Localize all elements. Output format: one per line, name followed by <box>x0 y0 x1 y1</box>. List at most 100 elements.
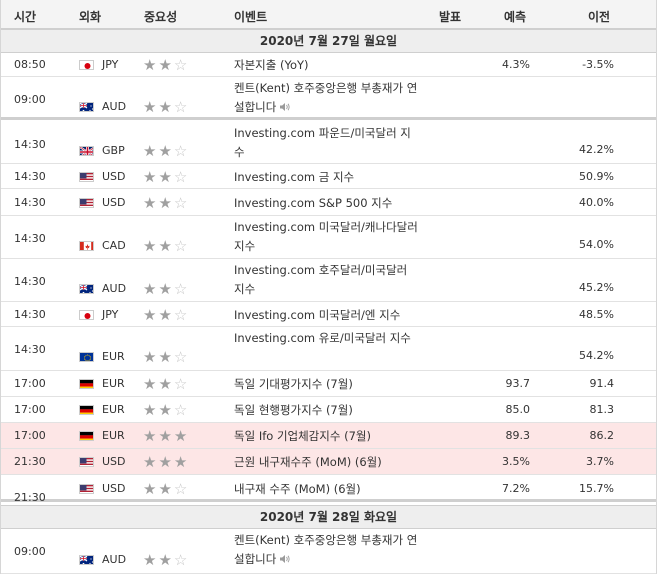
event-name[interactable]: 독일 기대평가지수 (7월) <box>234 375 419 394</box>
star-filled-icon: ★ <box>173 427 190 445</box>
table-row[interactable]: 14:30 USD ★★☆ Investing.com S&P 500 지수 40.0% <box>1 189 656 216</box>
event-name-text[interactable]: 켄트(Kent) 호주중앙은행 부총재가 연설합니다 <box>234 81 417 114</box>
star-empty-icon: ☆ <box>173 194 190 212</box>
event-name[interactable]: Investing.com 금 지수 <box>234 168 419 187</box>
event-name-text[interactable]: Investing.com S&P 500 지수 <box>234 196 392 210</box>
header-previous[interactable]: 이전 <box>588 8 610 25</box>
previous-value: 91.4 <box>589 377 615 390</box>
star-filled-icon: ★ <box>158 142 174 160</box>
event-name[interactable]: 근원 내구재수주 (MoM) (6월) <box>234 453 419 472</box>
star-filled-icon: ★ <box>158 56 174 74</box>
importance-stars: ★★☆ <box>143 403 189 418</box>
event-name-text[interactable]: 켄트(Kent) 호주중앙은행 부총재가 연설합니다 <box>234 533 417 566</box>
header-forecast[interactable]: 예측 <box>504 8 526 25</box>
event-name[interactable]: 내구재 수주 (MoM) (6월) <box>234 480 419 499</box>
event-name[interactable]: Investing.com 미국달러/캐나다달러 지수 <box>234 218 419 256</box>
star-filled-icon: ★ <box>158 480 174 498</box>
table-row[interactable]: 17:00 EUR ★★★ 독일 Ifo 기업체감지수 (7월) 89.3 86.2 <box>1 423 656 449</box>
event-name-text[interactable]: 근원 내구재수주 (MoM) (6월) <box>234 455 382 469</box>
event-name-text[interactable]: 독일 기대평가지수 (7월) <box>234 377 353 391</box>
event-name-text[interactable]: Investing.com 금 지수 <box>234 170 354 184</box>
table-row[interactable]: 09:00 AUD ★★☆ 켄트(Kent) 호주중앙은행 부총재가 연설합니다 <box>1 77 656 120</box>
star-filled-icon: ★ <box>143 375 159 393</box>
event-name[interactable]: 독일 현행평가지수 (7월) <box>234 401 419 420</box>
table-row[interactable]: 17:00 EUR ★★☆ 독일 현행평가지수 (7월) 85.0 81.3 <box>1 397 656 423</box>
day-divider: 2020년 7월 28일 화요일 <box>1 505 656 529</box>
us-flag-icon <box>79 457 94 467</box>
currency-code: CAD <box>102 239 126 252</box>
table-row[interactable]: 14:30 CAD ★★☆ Investing.com 미국달러/캐나다달러 지수 54… <box>1 216 656 259</box>
australia-flag-icon <box>79 102 94 112</box>
event-time: 14:30 <box>14 232 46 245</box>
star-empty-icon: ☆ <box>173 348 190 366</box>
forecast-value: 89.3 <box>505 429 531 442</box>
event-name-text[interactable]: 내구재 수주 (MoM) (6월) <box>234 482 361 496</box>
event-name[interactable]: 켄트(Kent) 호주중앙은행 부총재가 연설합니다 <box>234 531 419 569</box>
event-time: 21:30 <box>14 491 46 504</box>
event-name[interactable]: 자본지출 (YoY) <box>234 56 419 75</box>
event-time: 14:30 <box>14 196 46 209</box>
previous-value: 42.2% <box>579 143 614 156</box>
star-filled-icon: ★ <box>143 306 159 324</box>
event-name-text[interactable]: Investing.com 미국달러/엔 지수 <box>234 308 400 322</box>
header-currency[interactable]: 외화 <box>79 8 101 25</box>
event-name[interactable]: Investing.com 파운드/미국달러 지수 <box>234 124 419 162</box>
uk-flag-icon <box>79 146 94 156</box>
table-row[interactable]: 17:00 EUR ★★☆ 독일 기대평가지수 (7월) 93.7 91.4 <box>1 371 656 397</box>
star-filled-icon: ★ <box>158 375 174 393</box>
event-name-text[interactable]: 독일 현행평가지수 (7월) <box>234 403 353 417</box>
table-row[interactable]: 14:30 JPY ★★☆ Investing.com 미국달러/엔 지수 48.5% <box>1 302 656 327</box>
table-row[interactable]: 21:30 USD ★★★ 근원 내구재수주 (MoM) (6월) 3.5% 3.7% <box>1 449 656 475</box>
star-filled-icon: ★ <box>158 168 174 186</box>
event-name-text[interactable]: Investing.com 호주달러/미국달러 지수 <box>234 263 407 296</box>
table-row[interactable]: 08:50 JPY ★★☆ 자본지출 (YoY) 4.3% -3.5% <box>1 53 656 77</box>
importance-stars: ★★☆ <box>143 306 189 324</box>
star-filled-icon: ★ <box>158 453 174 471</box>
star-empty-icon: ☆ <box>173 280 190 298</box>
event-time: 14:30 <box>14 275 46 288</box>
event-time: 14:30 <box>14 308 46 321</box>
table-row[interactable]: 14:30 GBP ★★☆ Investing.com 파운드/미국달러 지수 42.2… <box>1 122 656 164</box>
previous-value: 81.3 <box>589 403 615 416</box>
header-time[interactable]: 시간 <box>14 8 36 25</box>
event-name[interactable]: 켄트(Kent) 호주중앙은행 부총재가 연설합니다 <box>234 79 419 117</box>
star-empty-icon: ☆ <box>173 237 190 255</box>
table-header: 시간 외화 중요성 이벤트 발표 예측 이전 <box>1 0 656 29</box>
star-filled-icon: ★ <box>158 427 174 445</box>
event-name-text[interactable]: Investing.com 유로/미국달러 지수 <box>234 331 411 345</box>
currency-code: USD <box>102 196 126 209</box>
event-time: 14:30 <box>14 343 46 356</box>
event-name[interactable]: Investing.com 미국달러/엔 지수 <box>234 306 419 325</box>
event-name-text[interactable]: 독일 Ifo 기업체감지수 (7월) <box>234 429 371 443</box>
event-name[interactable]: 독일 Ifo 기업체감지수 (7월) <box>234 427 419 446</box>
header-importance[interactable]: 중요성 <box>144 8 177 25</box>
previous-value: 45.2% <box>579 281 614 294</box>
table-row[interactable]: 14:30 EUR ★★☆ Investing.com 유로/미국달러 지수 54.2% <box>1 327 656 371</box>
event-name[interactable]: Investing.com S&P 500 지수 <box>234 194 419 213</box>
germany-flag-icon <box>79 431 94 441</box>
day-divider: 2020년 7월 27일 월요일 <box>1 29 656 53</box>
event-name-text[interactable]: Investing.com 미국달러/캐나다달러 지수 <box>234 220 418 253</box>
table-row[interactable]: 14:30 USD ★★☆ Investing.com 금 지수 50.9% <box>1 164 656 189</box>
forecast-value: 93.7 <box>505 377 531 390</box>
currency-code: USD <box>102 170 126 183</box>
star-filled-icon: ★ <box>143 56 159 74</box>
previous-value: 50.9% <box>579 170 614 183</box>
event-time: 08:50 <box>14 58 46 71</box>
star-filled-icon: ★ <box>158 280 174 298</box>
table-row[interactable]: 21:30 USD ★★☆ 내구재 수주 (MoM) (6월) 7.2% 15.7% <box>1 475 656 504</box>
event-name[interactable]: Investing.com 유로/미국달러 지수 <box>234 329 419 348</box>
importance-stars: ★★☆ <box>143 194 190 212</box>
star-filled-icon: ★ <box>143 237 159 255</box>
event-name-text[interactable]: 자본지출 (YoY) <box>234 58 309 72</box>
star-filled-icon: ★ <box>143 142 159 160</box>
table-row[interactable]: 09:00 AUD ★★☆ 켄트(Kent) 호주중앙은행 부총재가 연설합니다 <box>1 529 656 574</box>
table-row[interactable]: 14:30 AUD ★★☆ Investing.com 호주달러/미국달러 지수 45.… <box>1 259 656 302</box>
importance-stars: ★★☆ <box>143 56 189 74</box>
event-name[interactable]: Investing.com 호주달러/미국달러 지수 <box>234 261 419 299</box>
header-actual[interactable]: 발표 <box>439 8 461 25</box>
forecast-value: 85.0 <box>505 403 531 416</box>
header-event[interactable]: 이벤트 <box>234 8 267 25</box>
currency-code: JPY <box>102 308 119 321</box>
event-name-text[interactable]: Investing.com 파운드/미국달러 지수 <box>234 126 411 159</box>
